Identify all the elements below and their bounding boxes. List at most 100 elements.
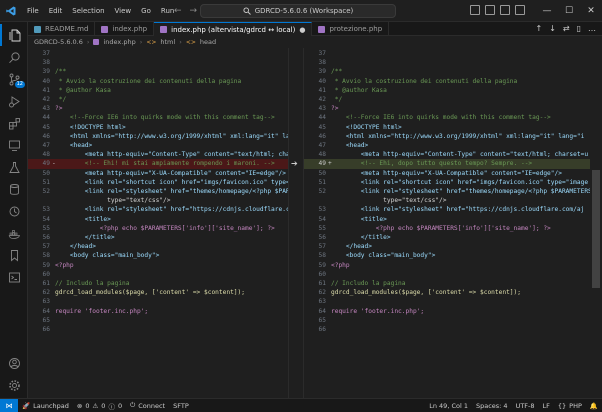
- extensions-icon[interactable]: [0, 112, 28, 134]
- source-control-icon[interactable]: 12: [0, 68, 28, 90]
- code-line[interactable]: 43 ?>: [28, 104, 288, 113]
- code-line[interactable]: 47 <head>: [304, 141, 590, 150]
- toggle-panel-icon[interactable]: [485, 5, 495, 15]
- code-line[interactable]: 43 ?>: [304, 104, 590, 113]
- code-line[interactable]: 48 <meta http-equiv="Content-Type" conte…: [304, 150, 590, 159]
- code-line[interactable]: 45 <!DOCTYPE html>: [304, 123, 590, 132]
- close-window-icon[interactable]: ✕: [580, 0, 602, 22]
- previous-change-icon[interactable]: ↑: [535, 24, 542, 33]
- problems-indicator[interactable]: ⊗ 0 ⚠ 0 ⓘ 0: [73, 401, 126, 411]
- code-line[interactable]: 52 <link rel="stylesheet" href="themes/h…: [28, 187, 288, 196]
- code-line[interactable]: 41 * @author Kasa: [28, 86, 288, 95]
- code-line[interactable]: 48 <meta http-equiv="Content-Type" conte…: [28, 150, 288, 159]
- code-line[interactable]: 56 </title>: [304, 233, 590, 242]
- code-line[interactable]: 51 <link rel="shortcut icon" href="imgs/…: [28, 178, 288, 187]
- diff-original-pane[interactable]: 37 38 39/** 40 * Avvio la costruzione dei c…: [28, 48, 288, 398]
- remote-indicator-icon[interactable]: ⋈: [0, 398, 18, 412]
- run-debug-icon[interactable]: [0, 90, 28, 112]
- code-line[interactable]: 66: [28, 325, 288, 334]
- code-line[interactable]: 62 gdrcd_load_modules($page, ['content' =…: [28, 288, 288, 297]
- code-line[interactable]: 63: [28, 297, 288, 306]
- minimize-icon[interactable]: —: [536, 0, 558, 22]
- code-line[interactable]: 61 // Includo la pagina: [304, 279, 590, 288]
- code-line[interactable]: 58 <body class="main_body">: [304, 251, 590, 260]
- code-line[interactable]: 39 /**: [28, 67, 288, 76]
- menu-edit[interactable]: Edit: [44, 7, 68, 15]
- revert-change-arrow-icon[interactable]: ➔: [291, 159, 298, 168]
- code-line[interactable]: 53 <link rel="stylesheet" href="https://…: [304, 205, 590, 214]
- language-mode[interactable]: {} PHP: [554, 402, 586, 410]
- code-line[interactable]: type="text/css"/>: [304, 196, 590, 205]
- breadcrumb-html[interactable]: html: [160, 38, 175, 46]
- timeline-icon[interactable]: [0, 200, 28, 222]
- deleted-line[interactable]: 49- <!-- Ehi! mi stai ampiamente rompend…: [28, 159, 288, 169]
- breadcrumb-workspace[interactable]: GDRCD-5.6.0.6: [34, 38, 83, 46]
- code-line[interactable]: 59 <?php: [304, 261, 590, 270]
- code-line[interactable]: 46 <html xmlns="http://www.w3.org/1999/x…: [304, 132, 590, 141]
- inserted-line[interactable]: 49 + <!-- Ehi, dopo tutto questo tempo? S…: [304, 159, 590, 169]
- notifications-bell-icon[interactable]: 🔔: [586, 402, 602, 410]
- swap-sides-icon[interactable]: ⇄: [563, 24, 570, 33]
- forward-arrow-icon[interactable]: →: [190, 6, 198, 16]
- menu-view[interactable]: View: [110, 7, 137, 15]
- code-line[interactable]: 51 <link rel="shortcut icon" href="imgs/…: [304, 178, 590, 187]
- more-actions-icon[interactable]: …: [588, 24, 596, 33]
- code-line[interactable]: 56 </title>: [28, 233, 288, 242]
- bookmark-icon[interactable]: [0, 244, 28, 266]
- code-line[interactable]: 55 <?php echo $PARAMETERS['info']['site_…: [28, 224, 288, 233]
- code-line[interactable]: 37: [28, 49, 288, 58]
- launchpad-button[interactable]: 🚀 Launchpad: [18, 402, 73, 410]
- code-line[interactable]: 65: [28, 316, 288, 325]
- testing-icon[interactable]: [0, 156, 28, 178]
- code-line[interactable]: 52 <link rel="stylesheet" href="themes/h…: [304, 187, 590, 196]
- code-line[interactable]: 45 <!DOCTYPE html>: [28, 123, 288, 132]
- breadcrumb-head[interactable]: head: [200, 38, 216, 46]
- code-line[interactable]: 62 gdrcd_load_modules($page, ['content' =…: [304, 288, 590, 297]
- code-line[interactable]: 64 require 'footer.inc.php';: [28, 307, 288, 316]
- code-line[interactable]: 50 <meta http-equiv="X-UA-Compatible" co…: [304, 169, 590, 178]
- code-line[interactable]: 44 <!--Force IE6 into quirks mode with t…: [304, 113, 590, 122]
- terminal-icon[interactable]: [0, 266, 28, 288]
- remote-explorer-icon[interactable]: [0, 134, 28, 156]
- code-line[interactable]: 64 require 'footer.inc.php';: [304, 307, 590, 316]
- sftp-button[interactable]: SFTP: [169, 402, 193, 410]
- maximize-icon[interactable]: ☐: [558, 0, 580, 22]
- code-line[interactable]: 58 <body class="main_body">: [28, 251, 288, 260]
- code-line[interactable]: 63: [304, 297, 590, 306]
- code-line[interactable]: 59 <?php: [28, 261, 288, 270]
- scrollbar-thumb[interactable]: [592, 170, 600, 288]
- encoding[interactable]: UTF-8: [512, 402, 539, 410]
- code-line[interactable]: 60: [304, 270, 590, 279]
- indentation[interactable]: Spaces: 4: [472, 402, 512, 410]
- split-editor-icon[interactable]: ▯: [577, 24, 581, 33]
- code-line[interactable]: 50 <meta http-equiv="X-UA-Compatible" co…: [28, 169, 288, 178]
- next-change-icon[interactable]: ↓: [549, 24, 556, 33]
- toggle-secondary-sidebar-icon[interactable]: [500, 5, 510, 15]
- code-line[interactable]: type="text/css"/>: [28, 196, 288, 205]
- menu-file[interactable]: File: [22, 7, 44, 15]
- search-view-icon[interactable]: [0, 46, 28, 68]
- code-line[interactable]: 37: [304, 49, 590, 58]
- code-line[interactable]: 65: [304, 316, 590, 325]
- tab-protezione-php[interactable]: protezione.php: [312, 22, 390, 36]
- code-line[interactable]: 44 <!--Force IE6 into quirks mode with t…: [28, 113, 288, 122]
- account-icon[interactable]: [0, 352, 28, 374]
- code-line[interactable]: 60: [28, 270, 288, 279]
- diff-modified-pane[interactable]: 37 38 39/** 40 * Avvio la costruzione dei c…: [304, 48, 590, 398]
- code-line[interactable]: 54 <title>: [28, 215, 288, 224]
- tab-readme[interactable]: README.md: [28, 22, 96, 36]
- code-line[interactable]: 55 <?php echo $PARAMETERS['info']['site_…: [304, 224, 590, 233]
- customize-layout-icon[interactable]: [515, 5, 525, 15]
- docker-icon[interactable]: [0, 222, 28, 244]
- code-line[interactable]: 40 * Avvio la costruzione dei contenuti …: [304, 77, 590, 86]
- code-line[interactable]: 39 /**: [304, 67, 590, 76]
- code-line[interactable]: 38: [304, 58, 590, 67]
- code-line[interactable]: 57 </head>: [28, 242, 288, 251]
- code-line[interactable]: 54 <title>: [304, 215, 590, 224]
- database-icon[interactable]: [0, 178, 28, 200]
- code-line[interactable]: 57 </head>: [304, 242, 590, 251]
- tab-index-php-diff[interactable]: index.php (altervista/gdrcd ↔ local) ●: [154, 22, 313, 36]
- code-line[interactable]: 42 */: [304, 95, 590, 104]
- toggle-primary-sidebar-icon[interactable]: [470, 5, 480, 15]
- code-line[interactable]: 47 <head>: [28, 141, 288, 150]
